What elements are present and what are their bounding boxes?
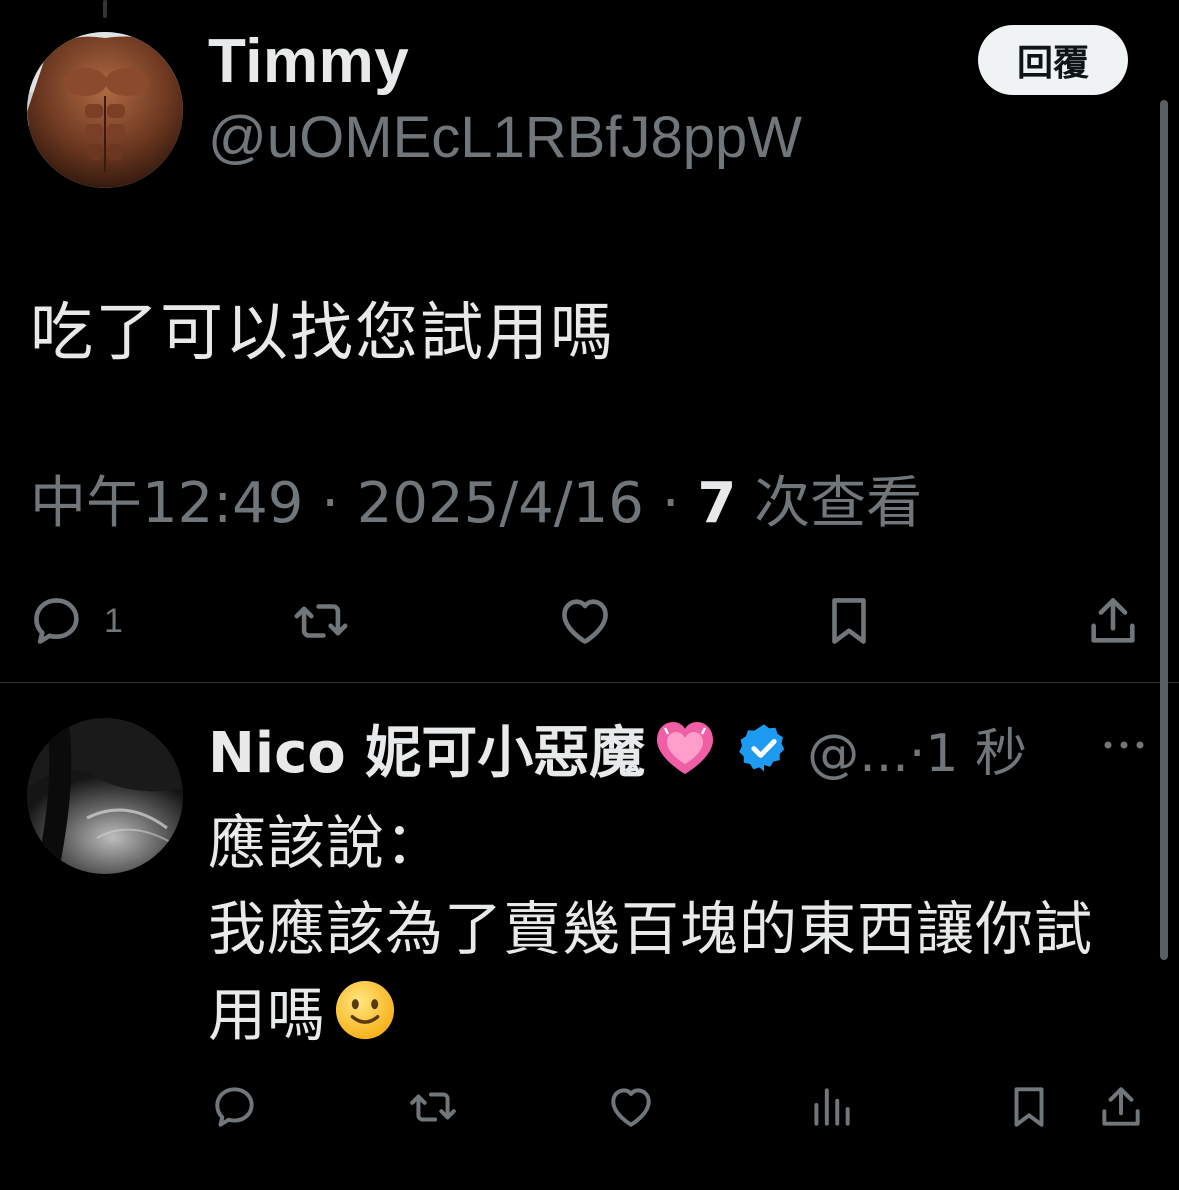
pink-heart-icon <box>657 722 714 774</box>
bookmark-icon <box>1014 1087 1044 1127</box>
tweet-date[interactable]: 2025/4/16 <box>357 471 644 536</box>
reply-count: 1 <box>104 601 123 640</box>
scrollbar[interactable] <box>1160 100 1168 960</box>
share-icon <box>1102 1087 1140 1126</box>
retweet-icon <box>294 604 348 638</box>
avatar[interactable] <box>27 32 183 188</box>
author-handle[interactable]: @uOMEcL1RBfJ8ppW <box>208 104 802 171</box>
reply-retweet-button[interactable] <box>406 1082 460 1132</box>
reply-bookmark-button[interactable] <box>1004 1082 1054 1132</box>
reply-like-button[interactable] <box>606 1082 656 1132</box>
reply-text-line-last: 用嗎 <box>208 972 1158 1058</box>
analytics-icon <box>814 1088 850 1126</box>
comment-button[interactable]: 1 <box>28 592 123 650</box>
bookmark-icon <box>832 598 866 644</box>
meta-separator: · <box>643 471 698 536</box>
comment-icon <box>215 1087 254 1127</box>
reply-text-line: 我應該為了賣幾百塊的東西讓你試 <box>208 895 1094 963</box>
tweet-meta: 中午12:49 · 2025/4/16 · 7 次查看 <box>30 458 922 539</box>
heart-icon <box>562 599 608 644</box>
heart-icon <box>611 1088 651 1127</box>
like-button[interactable] <box>556 592 614 650</box>
reply-analytics-button[interactable] <box>806 1082 856 1132</box>
reply-text: 應該說： 我應該為了賣幾百塊的東西讓你試 用嗎 <box>208 800 1158 1058</box>
reply-comment-button[interactable] <box>210 1082 260 1132</box>
reply-text-line: 用嗎 <box>208 981 327 1049</box>
author-name[interactable]: Timmy <box>208 26 409 97</box>
more-icon[interactable] <box>1100 730 1148 760</box>
tweet-text: 吃了可以找您試用嗎 <box>30 296 615 369</box>
reply-button[interactable]: 回覆 <box>978 25 1128 95</box>
views-count: 7 <box>697 471 737 536</box>
reply-text-line: 應該說： <box>208 809 445 877</box>
reply-header: Nico 妮可小惡魔 @...·1 秒 <box>208 711 1027 786</box>
meta-separator: · <box>303 471 357 536</box>
retweet-button[interactable] <box>290 592 352 650</box>
share-icon <box>1091 598 1135 643</box>
reply-share-button[interactable] <box>1096 1082 1146 1132</box>
thread-line <box>103 0 107 18</box>
verified-badge-icon[interactable] <box>737 721 791 775</box>
retweet-icon <box>410 1092 456 1122</box>
share-button[interactable] <box>1084 592 1142 650</box>
tweet-time[interactable]: 中午12:49 <box>30 471 303 536</box>
reply-avatar[interactable] <box>27 718 183 874</box>
views-label: 次查看 <box>736 471 923 536</box>
divider <box>0 682 1179 683</box>
reply-handle-time[interactable]: @...·1 秒 <box>807 711 1027 786</box>
comment-icon <box>34 598 79 644</box>
bookmark-button[interactable] <box>820 592 878 650</box>
slightly-smiling-face-icon <box>335 980 395 1040</box>
reply-author-name[interactable]: Nico 妮可小惡魔 <box>208 708 645 789</box>
